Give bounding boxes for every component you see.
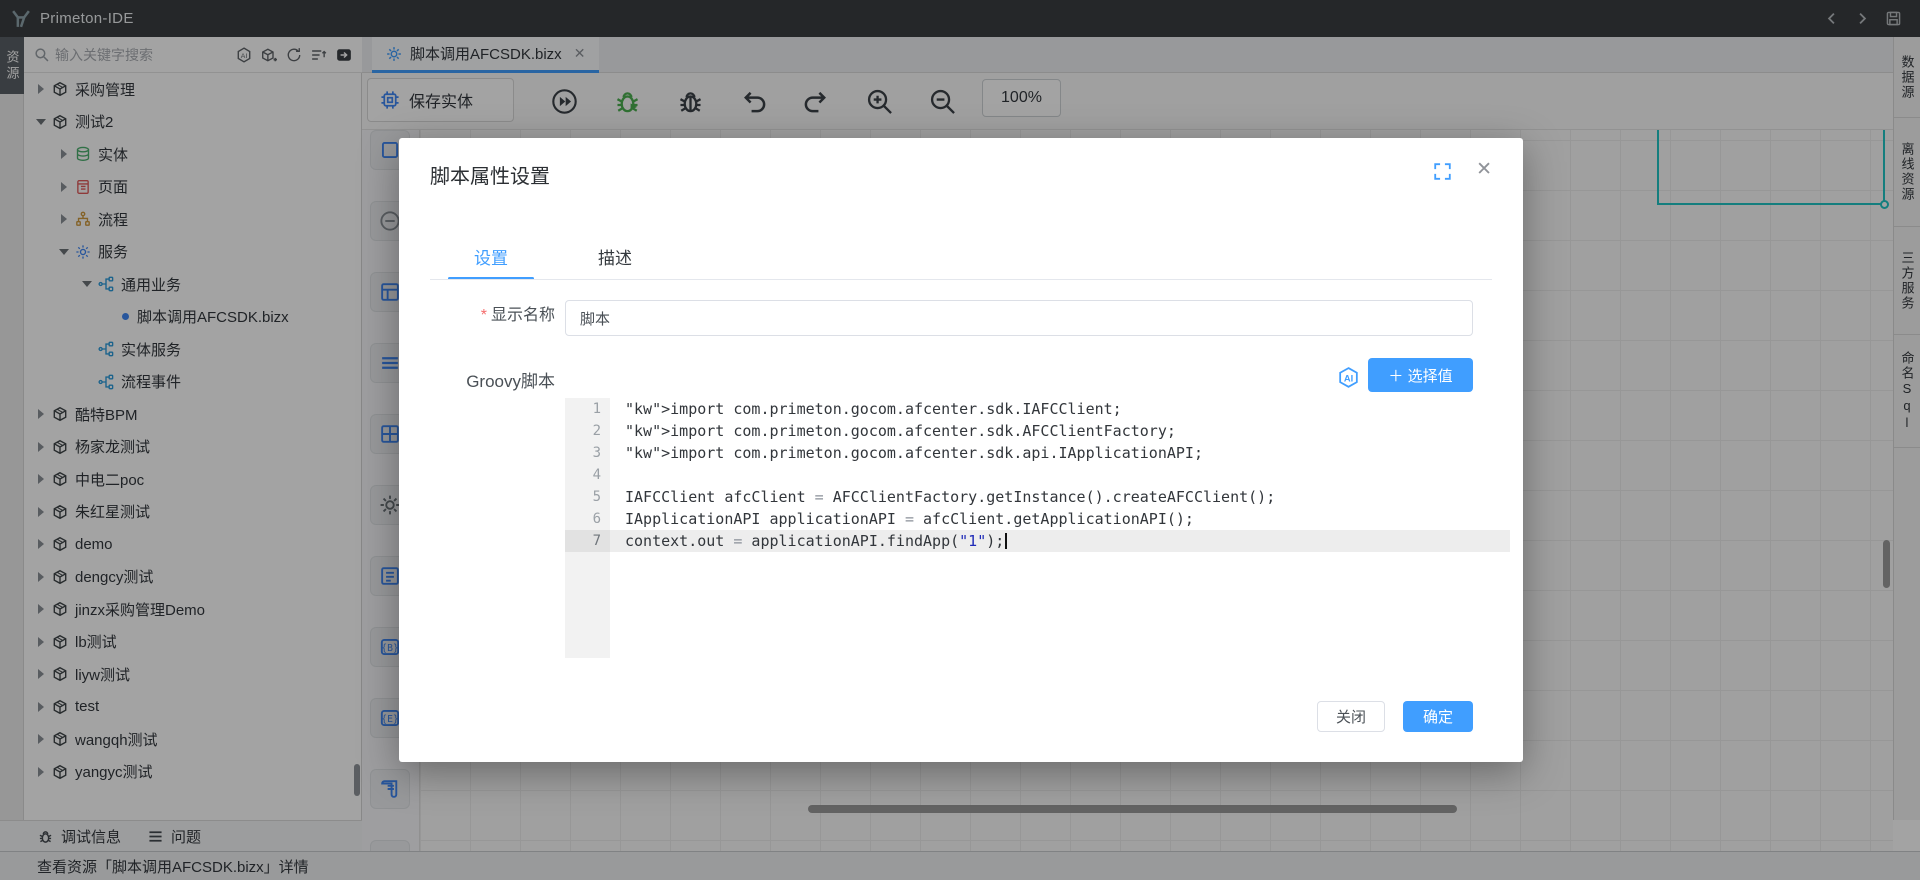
- script-properties-dialog: 脚本属性设置 ✕ 设置描述 *显示名称 Groovy脚本 AI ＋ 选择值 12…: [399, 138, 1523, 762]
- groovy-code-editor[interactable]: 1234567 "kw">import com.primeton.gocom.a…: [565, 398, 1510, 658]
- close-button[interactable]: 关闭: [1317, 701, 1385, 732]
- svg-text:AI: AI: [1344, 374, 1353, 384]
- code-line[interactable]: IAFCClient afcClient = AFCClientFactory.…: [610, 486, 1510, 508]
- line-number: 2: [565, 420, 610, 442]
- line-number: 5: [565, 486, 610, 508]
- display-name-input[interactable]: [565, 300, 1473, 336]
- line-number: 3: [565, 442, 610, 464]
- code-lines[interactable]: "kw">import com.primeton.gocom.afcenter.…: [610, 398, 1510, 658]
- dialog-title: 脚本属性设置: [430, 160, 550, 189]
- display-name-label: *显示名称: [399, 301, 555, 325]
- close-icon[interactable]: ✕: [1476, 158, 1492, 181]
- tabs-divider: [430, 279, 1492, 280]
- code-line[interactable]: context.out = applicationAPI.findApp("1"…: [610, 530, 1510, 552]
- line-number: 4: [565, 464, 610, 486]
- fullscreen-icon[interactable]: [1434, 163, 1451, 180]
- line-number: 7: [565, 530, 610, 552]
- code-line[interactable]: "kw">import com.primeton.gocom.afcenter.…: [610, 420, 1510, 442]
- line-number: 1: [565, 398, 610, 420]
- ai-icon[interactable]: AI: [1336, 366, 1361, 391]
- select-value-button[interactable]: ＋ 选择值: [1368, 358, 1473, 392]
- line-number-gutter: 1234567: [565, 398, 610, 658]
- line-number: 6: [565, 508, 610, 530]
- code-line[interactable]: "kw">import com.primeton.gocom.afcenter.…: [610, 398, 1510, 420]
- code-line[interactable]: "kw">import com.primeton.gocom.afcenter.…: [610, 442, 1510, 464]
- code-line[interactable]: IApplicationAPI applicationAPI = afcClie…: [610, 508, 1510, 530]
- text-cursor: [1005, 533, 1007, 549]
- groovy-script-label: Groovy脚本: [399, 367, 555, 392]
- confirm-button[interactable]: 确定: [1403, 701, 1473, 732]
- required-mark: *: [481, 307, 487, 324]
- code-line[interactable]: [610, 464, 1510, 486]
